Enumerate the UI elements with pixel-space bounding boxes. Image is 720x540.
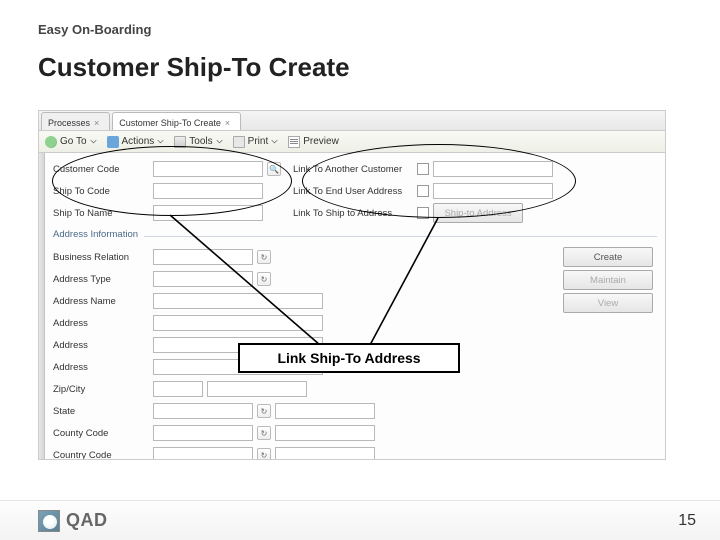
page-number: 15 xyxy=(678,512,696,530)
brand-logo: QAD xyxy=(38,510,108,532)
brand-text: QAD xyxy=(66,510,108,531)
logo-mark-icon xyxy=(38,510,60,532)
slide-footer: QAD 15 xyxy=(0,500,720,540)
callout-box: Link Ship-To Address xyxy=(238,343,460,373)
annotation-connectors xyxy=(0,0,720,540)
